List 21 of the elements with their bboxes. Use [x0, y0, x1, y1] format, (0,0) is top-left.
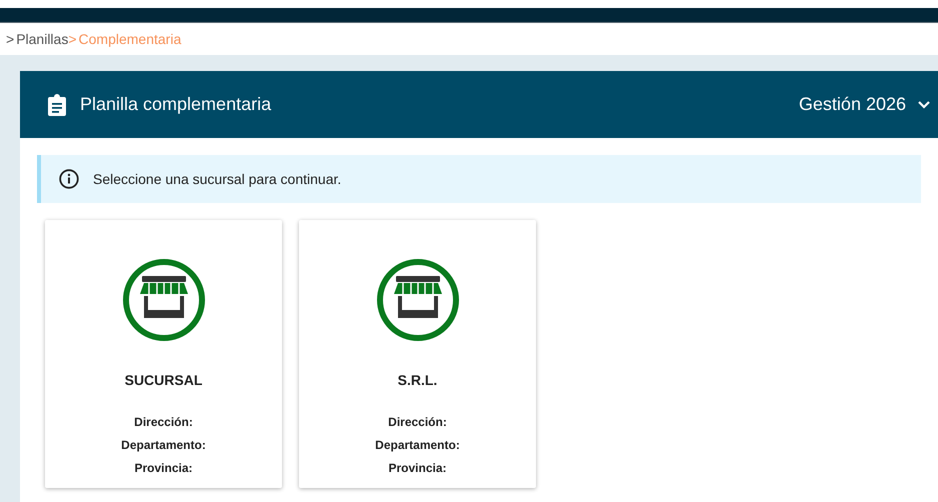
field-label: Dirección: — [388, 414, 447, 431]
field-label: Departamento: — [375, 437, 460, 454]
breadcrumb-separator: > — [68, 30, 77, 48]
store-icon — [122, 258, 206, 342]
branch-name: S.R.L. — [398, 371, 438, 390]
year-dropdown[interactable]: Gestión 2026 — [798, 91, 930, 118]
breadcrumb-separator: > — [6, 30, 14, 48]
field-label: Departamento: — [121, 437, 206, 454]
clipboard-icon — [48, 94, 66, 116]
alert-message: Seleccione una sucursal para continuar. — [93, 170, 342, 189]
breadcrumb-link[interactable]: Planillas — [16, 28, 68, 50]
branch-card[interactable]: S.R.L. Dirección: Departamento: Provincia: — [299, 220, 536, 488]
branch-card[interactable]: SUCURSAL Dirección: Departamento: Provincia: — [45, 220, 282, 488]
branch-name: SUCURSAL — [124, 371, 202, 390]
info-icon — [59, 169, 79, 189]
panel-title: Planilla complementaria — [80, 93, 272, 116]
store-icon — [376, 258, 460, 342]
field-label: Dirección: — [134, 414, 193, 431]
chevron-down-icon — [918, 100, 930, 108]
field-label: Provincia: — [134, 460, 193, 477]
field-label: Provincia: — [388, 460, 447, 477]
